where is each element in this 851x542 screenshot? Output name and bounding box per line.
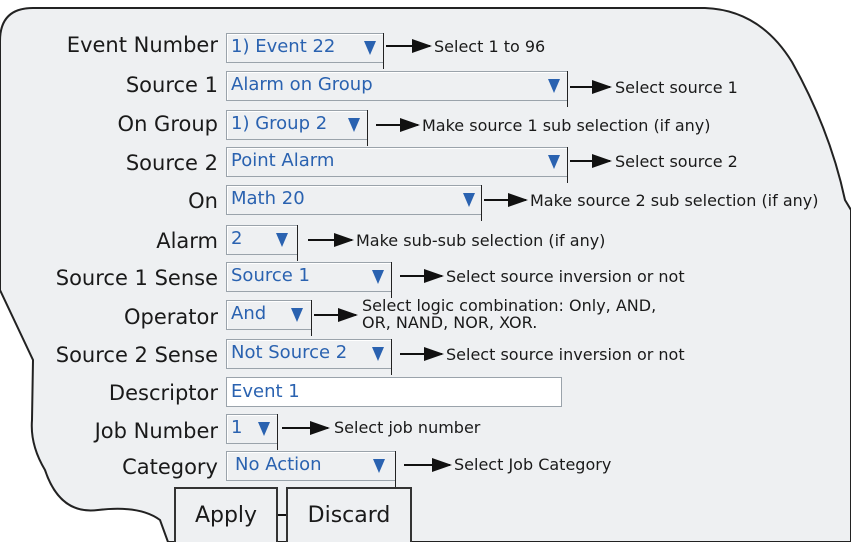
source2-sense-label: Source 2 Sense — [55, 343, 218, 367]
job-number-hint: Select job number — [334, 418, 481, 437]
pointer-arrow-icon — [400, 269, 444, 283]
field-divider — [395, 451, 396, 487]
field-divider — [383, 33, 384, 69]
source1-sense-label: Source 1 Sense — [55, 266, 218, 290]
alarm-hint: Make sub-sub selection (if any) — [356, 231, 606, 250]
pointer-arrow-icon — [386, 39, 432, 53]
event-number-label: Event Number — [66, 33, 218, 57]
source1-sense-select[interactable]: Source 1 — [226, 262, 392, 298]
source1-sense-value: Source 1 — [231, 265, 310, 286]
pointer-arrow-icon — [400, 347, 444, 361]
pointer-arrow-icon — [570, 154, 612, 168]
dropdown-arrow-icon — [548, 155, 560, 169]
button-connector — [278, 514, 286, 516]
pointer-arrow-icon — [308, 233, 354, 247]
job-number-label: Job Number — [94, 419, 218, 443]
descriptor-label: Descriptor — [108, 381, 218, 405]
category-label: Category — [122, 455, 218, 479]
on-select[interactable]: Math 20 — [226, 185, 482, 221]
pointer-arrow-icon — [282, 421, 330, 435]
field-divider — [391, 262, 392, 298]
on-hint: Make source 2 sub selection (if any) — [530, 191, 819, 210]
source2-select[interactable]: Point Alarm — [226, 147, 568, 183]
source1-value: Alarm on Group — [231, 74, 373, 95]
event-configuration-screen: Event Number 1) Event 22 Select 1 to 96 … — [0, 0, 851, 542]
operator-select[interactable]: And — [226, 300, 312, 336]
descriptor-input[interactable]: Event 1 — [226, 377, 562, 407]
field-divider — [367, 110, 368, 146]
event-number-select[interactable]: 1) Event 22 — [226, 33, 384, 69]
field-divider — [481, 185, 482, 221]
pointer-arrow-icon — [404, 458, 452, 472]
on-label: On — [188, 189, 218, 213]
dropdown-arrow-icon — [291, 308, 303, 322]
source1-label: Source 1 — [125, 73, 218, 97]
dropdown-arrow-icon — [348, 118, 360, 132]
discard-button[interactable]: Discard — [286, 487, 412, 542]
field-divider — [391, 339, 392, 375]
operator-label: Operator — [124, 305, 218, 329]
alarm-select[interactable]: 2 — [226, 225, 298, 261]
dropdown-arrow-icon — [548, 79, 560, 93]
alarm-value: 2 — [231, 228, 243, 249]
category-value: No Action — [235, 454, 322, 475]
event-number-hint: Select 1 to 96 — [434, 37, 546, 56]
pointer-arrow-icon — [484, 193, 528, 207]
on-group-label: On Group — [117, 112, 218, 136]
pointer-arrow-icon — [376, 118, 420, 132]
dropdown-arrow-icon — [258, 422, 270, 436]
source2-label: Source 2 — [125, 151, 218, 175]
source2-sense-hint: Select source inversion or not — [446, 345, 685, 364]
on-value: Math 20 — [231, 188, 305, 209]
field-divider — [277, 414, 278, 450]
job-number-value: 1 — [231, 417, 243, 438]
operator-value: And — [231, 303, 267, 324]
source2-hint: Select source 2 — [615, 152, 738, 171]
job-number-select[interactable]: 1 — [226, 414, 278, 450]
on-group-hint: Make source 1 sub selection (if any) — [422, 116, 711, 135]
dropdown-arrow-icon — [372, 270, 384, 284]
category-hint: Select Job Category — [454, 455, 612, 474]
source2-value: Point Alarm — [231, 150, 335, 171]
operator-hint-line1: Select logic combination: Only, AND, — [362, 296, 657, 315]
apply-button[interactable]: Apply — [174, 487, 278, 542]
source1-sense-hint: Select source inversion or not — [446, 267, 685, 286]
dropdown-arrow-icon — [463, 193, 475, 207]
source2-sense-value: Not Source 2 — [231, 342, 348, 363]
dropdown-arrow-icon — [276, 233, 288, 247]
on-group-value: 1) Group 2 — [231, 113, 328, 134]
field-divider — [297, 225, 298, 261]
dropdown-arrow-icon — [372, 347, 384, 361]
pointer-arrow-icon — [314, 308, 358, 322]
source1-select[interactable]: Alarm on Group — [226, 71, 568, 107]
dropdown-arrow-icon — [364, 41, 376, 55]
descriptor-value: Event 1 — [231, 381, 300, 402]
field-divider — [567, 71, 568, 107]
category-select[interactable]: No Action — [226, 451, 396, 487]
event-number-value: 1) Event 22 — [231, 36, 336, 57]
operator-hint-line2: OR, NAND, NOR, XOR. — [362, 313, 538, 332]
alarm-label: Alarm — [156, 229, 218, 253]
field-divider — [567, 147, 568, 183]
source2-sense-select[interactable]: Not Source 2 — [226, 339, 392, 375]
pointer-arrow-icon — [570, 80, 612, 94]
source1-hint: Select source 1 — [615, 78, 738, 97]
field-divider — [311, 300, 312, 336]
on-group-select[interactable]: 1) Group 2 — [226, 110, 368, 146]
dropdown-arrow-icon — [373, 459, 385, 473]
